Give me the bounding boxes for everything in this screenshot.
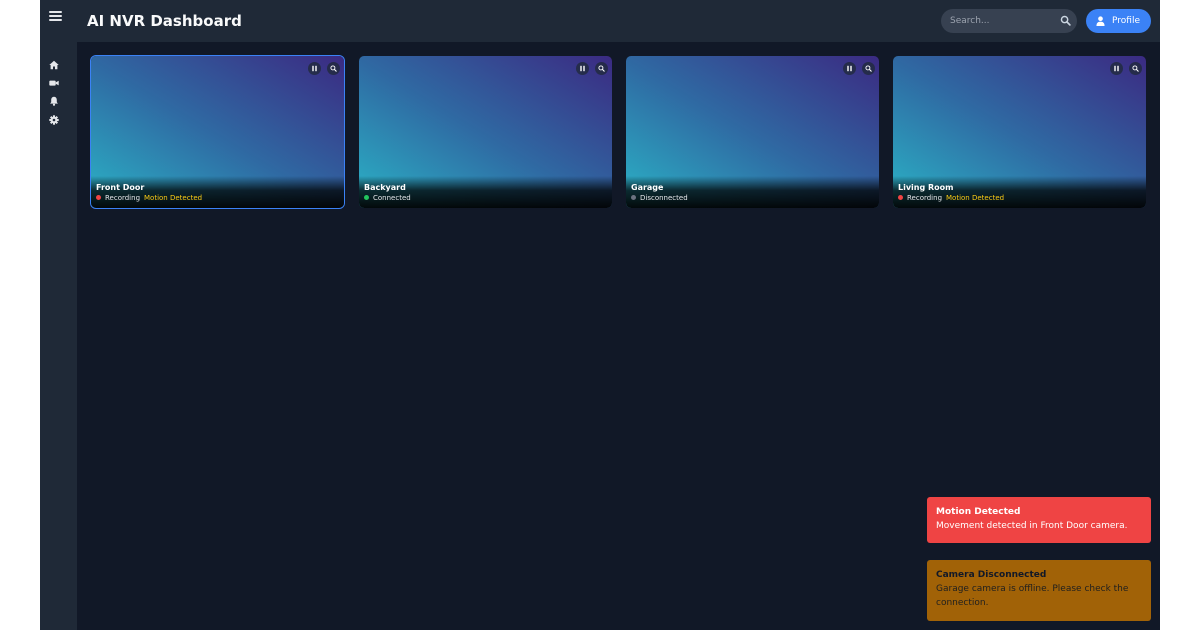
camera-status: Disconnected: [640, 194, 688, 202]
pause-icon[interactable]: [576, 62, 589, 75]
zoom-icon[interactable]: [1129, 62, 1142, 75]
motion-badge: Motion Detected: [946, 194, 1005, 202]
search-input[interactable]: [941, 9, 1053, 33]
status-dot: [631, 195, 636, 200]
notification-title: Motion Detected: [936, 507, 1021, 517]
motion-badge: Motion Detected: [144, 194, 203, 202]
video-camera-icon[interactable]: [49, 78, 59, 88]
search-box: [941, 9, 1077, 33]
card-controls: [837, 62, 875, 75]
camera-status: Recording: [105, 194, 141, 202]
pause-icon[interactable]: [1110, 62, 1123, 75]
card-controls: [302, 62, 340, 75]
notification-message: Garage camera is offline. Please check t…: [936, 584, 1129, 608]
camera-card-living-room[interactable]: Living Room Recording Motion Detected: [893, 56, 1146, 208]
camera-status-row: Recording Motion Detected: [898, 193, 1004, 203]
profile-label: Profile: [1112, 16, 1140, 26]
camera-name: Garage: [631, 183, 664, 192]
top-header: AI NVR Dashboard Profile: [40, 0, 1160, 42]
camera-card-garage[interactable]: Garage Disconnected: [626, 56, 879, 208]
camera-name: Living Room: [898, 183, 954, 192]
status-dot: [364, 195, 369, 200]
search-icon[interactable]: [1060, 15, 1071, 26]
nvr-app: AI NVR Dashboard Profile: [40, 0, 1160, 630]
camera-status-row: Recording Motion Detected: [96, 193, 202, 203]
hamburger-menu-icon[interactable]: [49, 9, 63, 23]
pause-icon[interactable]: [843, 62, 856, 75]
zoom-icon[interactable]: [862, 62, 875, 75]
zoom-icon[interactable]: [595, 62, 608, 75]
pause-icon[interactable]: [308, 62, 321, 75]
profile-button[interactable]: Profile: [1086, 9, 1151, 33]
card-controls: [570, 62, 608, 75]
card-caption-overlay: [626, 176, 879, 208]
app-title: AI NVR Dashboard: [87, 12, 242, 30]
card-controls: [1104, 62, 1142, 75]
zoom-icon[interactable]: [327, 62, 340, 75]
camera-name: Front Door: [96, 183, 145, 192]
camera-status-row: Disconnected: [631, 193, 688, 203]
camera-card-backyard[interactable]: Backyard Connected: [359, 56, 612, 208]
bell-icon[interactable]: [49, 96, 59, 106]
status-dot: [96, 195, 101, 200]
user-icon: [1096, 16, 1105, 26]
notification-camera-disconnected[interactable]: Camera Disconnected Garage camera is off…: [927, 560, 1151, 621]
camera-card-front-door[interactable]: Front Door Recording Motion Detected: [91, 56, 344, 208]
sidebar: [40, 42, 77, 630]
camera-name: Backyard: [364, 183, 406, 192]
camera-status: Connected: [373, 194, 411, 202]
notification-motion-detected[interactable]: Motion Detected Movement detected in Fro…: [927, 497, 1151, 543]
camera-status-row: Connected: [364, 193, 411, 203]
notification-title: Camera Disconnected: [936, 570, 1047, 580]
gear-icon[interactable]: [49, 115, 59, 125]
notification-message: Movement detected in Front Door camera.: [936, 521, 1128, 531]
camera-status: Recording: [907, 194, 943, 202]
home-icon[interactable]: [49, 60, 59, 70]
status-dot: [898, 195, 903, 200]
